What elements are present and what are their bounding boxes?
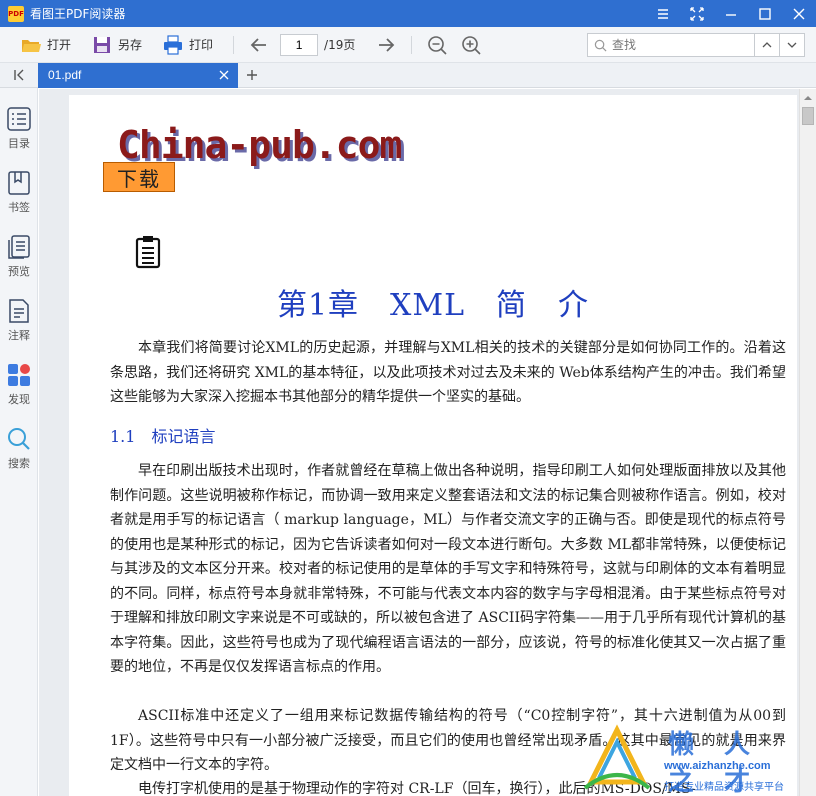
- vertical-scrollbar[interactable]: [799, 89, 816, 796]
- sidebar-item-label: 预览: [8, 265, 30, 278]
- close-tab-icon[interactable]: [218, 69, 230, 81]
- intro-paragraph: 本章我们将简要讨论XML的历史起源，并理解与XML相关的技术的关键部分是如何协同…: [110, 340, 786, 405]
- arrow-right-icon: [379, 37, 395, 52]
- save-as-label: 另存: [118, 38, 143, 52]
- sidebar-item-toc[interactable]: 目录: [0, 106, 38, 162]
- menu-button[interactable]: [646, 0, 680, 27]
- sidebar: 目录 书签 预览 注释 发现 搜索: [0, 88, 38, 796]
- download-badge: 下载: [103, 162, 175, 192]
- toolbar-divider: [233, 35, 235, 54]
- window-controls: [646, 0, 816, 27]
- toc-icon: [7, 107, 31, 131]
- minimize-button[interactable]: [714, 0, 748, 27]
- sidebar-item-label: 搜索: [8, 457, 30, 470]
- search-prev-button[interactable]: [754, 33, 780, 57]
- sidebar-item-annotation[interactable]: 注释: [0, 298, 38, 354]
- search-input[interactable]: [612, 38, 742, 52]
- paragraph-markup-history: 早在印刷出版技术出现时，作者就曾经在草稿上做出各种说明，指导印刷工人如何处理版面…: [110, 463, 786, 675]
- plus-icon: [247, 70, 257, 80]
- scrollbar-thumb[interactable]: [802, 107, 814, 125]
- scroll-up-arrow-icon: [804, 96, 812, 100]
- chevron-down-icon: [787, 42, 797, 48]
- chevron-up-icon: [762, 42, 772, 48]
- zoom-in-button[interactable]: [454, 31, 488, 59]
- chapter-title: 第1章 XML 简 介: [276, 288, 590, 323]
- zoom-out-icon: [428, 35, 447, 55]
- open-button[interactable]: 打开: [14, 31, 77, 59]
- prev-page-button[interactable]: [242, 31, 276, 59]
- sidebar-item-bookmark[interactable]: 书签: [0, 170, 38, 226]
- document-viewport[interactable]: China-pub.com 下载 第1章 XML 简 介 本章我们将简要讨论XM…: [39, 89, 816, 796]
- collapse-sidebar-button[interactable]: [0, 63, 38, 88]
- search-next-button[interactable]: [779, 33, 805, 57]
- collapse-left-icon: [14, 69, 24, 81]
- app-title: 看图王PDF阅读器: [30, 7, 126, 21]
- printer-icon: [164, 34, 183, 55]
- tab-bar: 01.pdf: [0, 62, 816, 88]
- sidebar-item-label: 书签: [8, 201, 30, 214]
- zoom-out-button[interactable]: [420, 31, 454, 59]
- fullscreen-icon: [690, 6, 704, 21]
- open-label: 打开: [47, 38, 72, 52]
- document-clipboard-icon: [135, 236, 161, 269]
- discover-icon: [8, 364, 30, 386]
- save-as-button[interactable]: 另存: [85, 31, 148, 59]
- zoom-in-icon: [462, 35, 481, 55]
- arrow-left-icon: [250, 37, 267, 52]
- watermark-url: www.aizhanzhe.com: [664, 760, 771, 772]
- page-number-input[interactable]: [280, 33, 319, 56]
- next-page-button[interactable]: [369, 31, 403, 59]
- hamburger-icon: [658, 8, 668, 19]
- title-bar: PDF 看图王PDF阅读器: [0, 0, 816, 27]
- tab-01-pdf[interactable]: 01.pdf: [38, 62, 238, 88]
- sidebar-item-discover[interactable]: 发现: [0, 362, 38, 418]
- close-icon: [793, 8, 805, 19]
- new-tab-button[interactable]: [238, 63, 266, 88]
- search-icon: [594, 39, 607, 51]
- preview-icon: [8, 235, 30, 259]
- sidebar-item-label: 目录: [8, 137, 30, 150]
- maximize-icon: [759, 7, 771, 20]
- print-button[interactable]: 打印: [156, 31, 219, 59]
- search-icon: [8, 428, 30, 450]
- pdf-page: China-pub.com 下载 第1章 XML 简 介 本章我们将简要讨论XM…: [69, 95, 797, 796]
- search-box[interactable]: [587, 33, 755, 57]
- tab-label: 01.pdf: [48, 68, 82, 82]
- minimize-icon: [726, 13, 736, 16]
- print-label: 打印: [189, 38, 214, 52]
- close-button[interactable]: [782, 0, 816, 27]
- sidebar-item-search[interactable]: 搜索: [0, 426, 38, 482]
- annotation-icon: [9, 299, 29, 323]
- page-total: /19页: [324, 38, 356, 52]
- bookmark-icon: [8, 171, 30, 195]
- sidebar-item-label: 发现: [8, 393, 30, 406]
- scroll-up-button[interactable]: [800, 91, 816, 105]
- toolbar: 打开 另存 打印 /19页: [0, 27, 816, 63]
- watermark-subtitle: 打造专业精品资源共享平台: [664, 782, 784, 793]
- toolbar-divider: [411, 35, 413, 54]
- section-heading: 1.1 标记语言: [110, 427, 216, 446]
- china-pub-logo: China-pub.com: [117, 123, 402, 167]
- save-icon: [94, 36, 111, 53]
- maximize-button[interactable]: [748, 0, 782, 27]
- app-logo-icon: PDF: [8, 5, 24, 22]
- fullscreen-button[interactable]: [680, 0, 714, 27]
- sidebar-item-preview[interactable]: 预览: [0, 234, 38, 290]
- sidebar-item-label: 注释: [8, 329, 30, 342]
- folder-icon: [22, 39, 41, 52]
